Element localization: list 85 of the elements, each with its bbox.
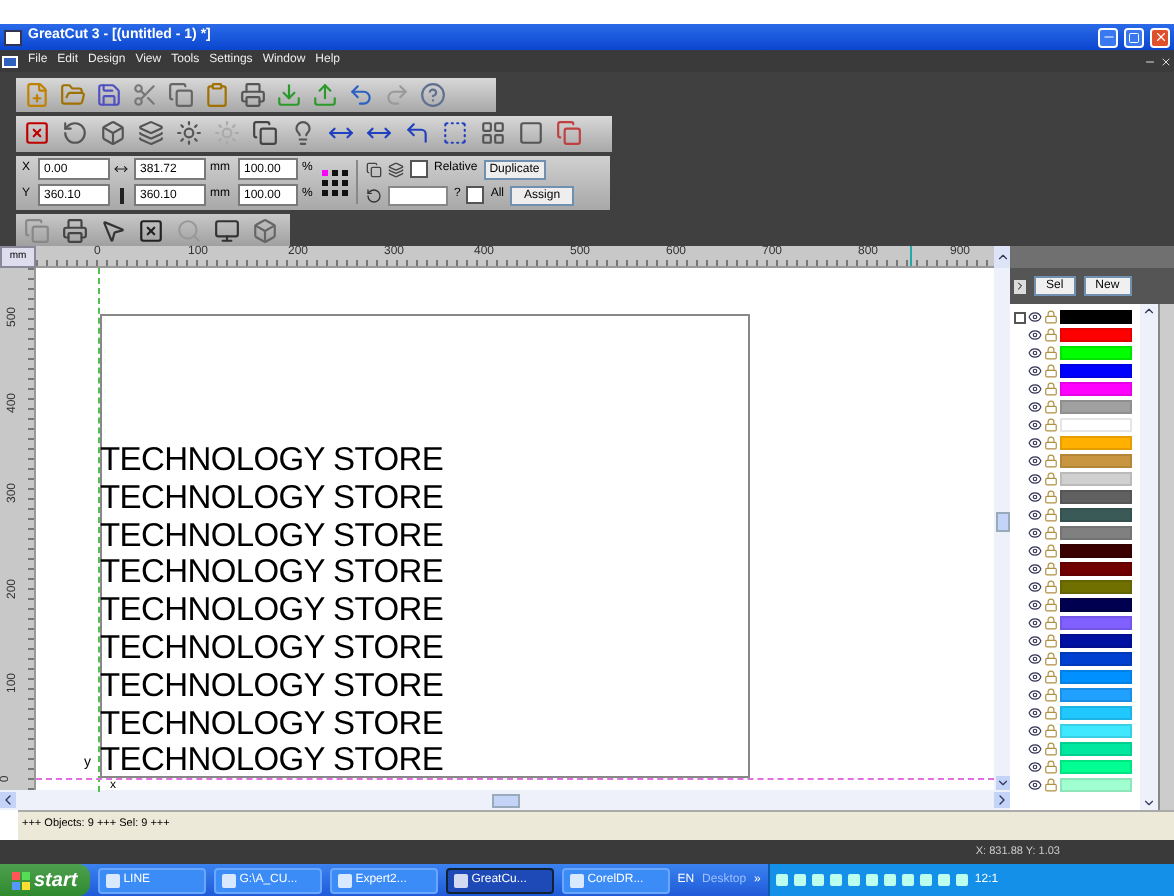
width-arrow-icon — [114, 162, 130, 177]
anchor-grid-icon[interactable] — [322, 169, 348, 196]
cursor-marker — [910, 246, 912, 266]
scroll-up-button[interactable] — [1142, 304, 1156, 318]
corner-icon[interactable] — [404, 120, 430, 147]
scroll-down-button[interactable] — [1142, 796, 1156, 810]
crossed-square-icon[interactable] — [24, 120, 50, 147]
panel-scrollbar[interactable] — [1140, 304, 1158, 810]
open-folder-icon[interactable] — [60, 81, 86, 108]
eye-icon[interactable] — [1028, 400, 1042, 414]
scroll-up-button[interactable] — [994, 246, 1010, 268]
checkbox[interactable] — [410, 160, 428, 179]
eye-icon[interactable] — [1028, 364, 1042, 378]
text-object[interactable]: TECHNOLOGY STORE — [100, 707, 444, 741]
eye-icon[interactable] — [1028, 580, 1042, 594]
rotate-icon[interactable] — [62, 120, 88, 147]
eye-icon[interactable] — [1028, 742, 1042, 756]
chevron-right-icon[interactable] — [994, 792, 1010, 808]
undo-icon[interactable] — [348, 81, 374, 108]
eye-icon[interactable] — [1028, 382, 1042, 396]
horizontal-scrollbar[interactable] — [0, 790, 1010, 810]
checkbox[interactable] — [466, 186, 485, 205]
windows-logo-icon — [12, 871, 30, 889]
copy-icon[interactable] — [168, 81, 194, 108]
text-object[interactable]: TECHNOLOGY STORE — [100, 594, 444, 628]
eye-icon[interactable] — [1028, 562, 1042, 576]
eye-icon[interactable] — [1028, 652, 1042, 666]
rotate-icon[interactable] — [366, 187, 382, 204]
new-file-icon[interactable] — [24, 81, 50, 108]
eye-icon[interactable] — [1028, 328, 1042, 342]
eye-icon[interactable] — [1028, 688, 1042, 702]
eye-icon[interactable] — [1028, 346, 1042, 360]
box-icon[interactable] — [100, 120, 126, 147]
text-object[interactable]: TECHNOLOGY STORE — [100, 669, 444, 703]
window-controls-icon[interactable] — [1144, 55, 1172, 67]
text-object[interactable]: TECHNOLOGY STORE — [100, 519, 444, 553]
eye-icon[interactable] — [1028, 436, 1042, 450]
crossed-frame-icon[interactable] — [138, 217, 164, 244]
eye-icon[interactable] — [1028, 508, 1042, 522]
chevron-right-icon[interactable] — [1014, 280, 1026, 292]
chevron-left-icon[interactable] — [0, 792, 16, 808]
printer-icon[interactable] — [240, 81, 266, 108]
upload-icon[interactable] — [312, 81, 338, 108]
save-icon[interactable] — [96, 81, 122, 108]
text-object[interactable]: TECHNOLOGY STORE — [100, 744, 444, 778]
layers-icon[interactable] — [138, 120, 164, 147]
grid-icon[interactable] — [480, 120, 506, 147]
scroll-thumb[interactable] — [995, 512, 1009, 532]
eye-icon[interactable] — [1028, 544, 1042, 558]
eye-icon[interactable] — [1028, 472, 1042, 486]
eye-icon[interactable] — [1028, 418, 1042, 432]
text-object[interactable]: TECHNOLOGY STORE — [100, 632, 444, 665]
eye-icon[interactable] — [1028, 310, 1042, 324]
eye-icon[interactable] — [1028, 454, 1042, 468]
text-object[interactable]: TECHNOLOGY STORE — [100, 444, 444, 477]
bulb-icon[interactable] — [290, 120, 316, 147]
paste-icon[interactable] — [204, 81, 230, 108]
pointer-icon[interactable] — [100, 217, 126, 244]
cut-icon[interactable] — [132, 81, 158, 108]
vertical-scrollbar[interactable] — [994, 268, 1010, 790]
text-object[interactable]: TECHNOLOGY STORE — [100, 556, 444, 590]
eye-icon[interactable] — [1028, 616, 1042, 630]
eye-icon[interactable] — [1028, 634, 1042, 648]
eye-icon[interactable] — [1028, 490, 1042, 504]
eye-icon[interactable] — [1028, 760, 1042, 774]
eye-icon[interactable] — [1028, 706, 1042, 720]
sun-icon[interactable] — [176, 120, 202, 147]
eye-icon[interactable] — [1028, 598, 1042, 612]
stacked-square-icon[interactable] — [556, 120, 582, 147]
chevron-down-icon[interactable] — [995, 776, 1009, 790]
text-object[interactable]: TECHNOLOGY STORE — [100, 481, 444, 515]
frame-icon[interactable] — [518, 120, 544, 147]
eye-icon[interactable] — [1028, 526, 1042, 540]
download-icon[interactable] — [276, 81, 302, 108]
eye-icon[interactable] — [1028, 778, 1042, 792]
scroll-thumb[interactable] — [491, 793, 519, 807]
eye-icon[interactable] — [1028, 670, 1042, 684]
help-icon[interactable] — [420, 81, 446, 108]
input-field[interactable] — [388, 185, 448, 206]
monitor-icon[interactable] — [214, 217, 240, 244]
chevron-up-icon[interactable] — [995, 250, 1009, 264]
overlap-squares-icon[interactable] — [252, 120, 278, 147]
eye-icon[interactable] — [1028, 724, 1042, 738]
dashed-square-icon[interactable] — [442, 120, 468, 147]
start-button[interactable]: start — [0, 864, 90, 896]
